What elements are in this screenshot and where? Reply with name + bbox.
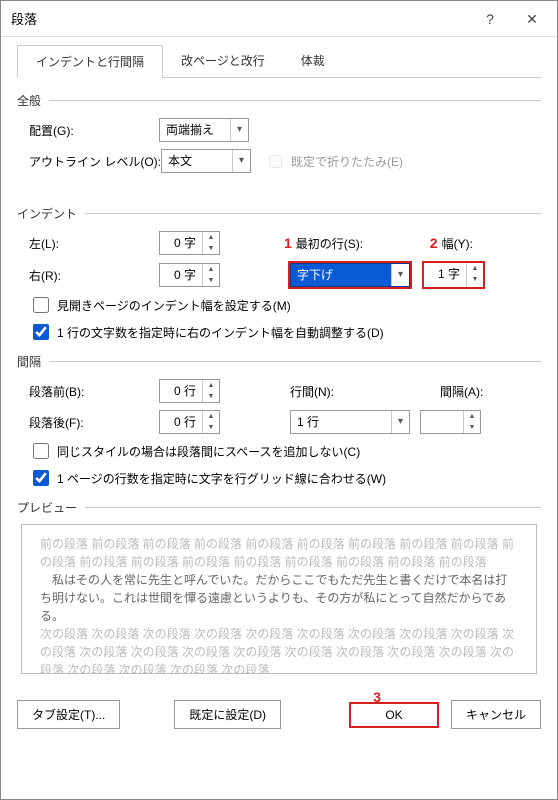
spacing-at-spinner[interactable]: ▲▼ — [420, 410, 481, 434]
chevron-down-icon: ▾ — [391, 411, 409, 433]
collapse-label: 既定で折りたたみ(E) — [291, 153, 403, 170]
indent-left-label: 左(L): — [29, 235, 159, 252]
space-before-label: 段落前(B): — [29, 383, 159, 400]
width-label: 幅(Y): — [442, 235, 473, 252]
alignment-select[interactable]: 両端揃え▾ — [159, 118, 249, 142]
snap-grid-label: 1 ページの行数を指定時に文字を行グリッド線に合わせる(W) — [57, 470, 386, 487]
no-space-label: 同じスタイルの場合は段落間にスペースを追加しない(C) — [57, 443, 360, 460]
tab-indent-spacing[interactable]: インデントと行間隔 — [17, 45, 163, 78]
dialog-title: 段落 — [11, 9, 469, 28]
indent-right-label: 右(R): — [29, 267, 159, 284]
section-general: 全般 — [17, 92, 41, 109]
outline-select[interactable]: 本文▾ — [161, 149, 251, 173]
chevron-down-icon: ▾ — [230, 119, 248, 141]
snap-grid-checkbox[interactable] — [33, 470, 49, 486]
section-indent: インデント — [17, 205, 77, 222]
mirror-indent-checkbox[interactable] — [33, 297, 49, 313]
mirror-indent-label: 見開きページのインデント幅を設定する(M) — [57, 297, 291, 314]
space-after-spinner[interactable]: 0 行▲▼ — [159, 410, 220, 434]
firstline-label: 最初の行(S): — [296, 235, 406, 252]
auto-indent-label: 1 行の文字数を指定時に右のインデント幅を自動調整する(D) — [57, 324, 384, 341]
indent-left-spinner[interactable]: 0 字▲▼ — [159, 231, 220, 255]
help-button[interactable]: ? — [469, 5, 511, 33]
set-default-button[interactable]: 既定に設定(D) — [174, 700, 281, 729]
space-before-spinner[interactable]: 0 行▲▼ — [159, 379, 220, 403]
tab-asian[interactable]: 体裁 — [283, 45, 343, 77]
auto-indent-checkbox[interactable] — [33, 324, 49, 340]
collapse-checkbox[interactable] — [269, 155, 282, 168]
space-after-label: 段落後(F): — [29, 414, 159, 431]
ok-button[interactable]: OK — [349, 702, 439, 728]
close-button[interactable]: ✕ — [511, 5, 553, 33]
firstline-select[interactable]: 字下げ▾ — [290, 263, 410, 287]
width-spinner[interactable]: 1 字▲▼ — [424, 263, 483, 287]
chevron-down-icon: ▾ — [232, 150, 250, 172]
chevron-down-icon: ▾ — [391, 264, 409, 286]
spacing-at-label: 間隔(A): — [440, 383, 483, 400]
tabs-button[interactable]: タブ設定(T)... — [17, 700, 120, 729]
indent-right-spinner[interactable]: 0 字▲▼ — [159, 263, 220, 287]
annotation-3: 3 — [373, 689, 381, 705]
cancel-button[interactable]: キャンセル — [451, 700, 541, 729]
alignment-label: 配置(G): — [29, 122, 159, 139]
outline-label: アウトライン レベル(O): — [29, 153, 161, 170]
section-spacing: 間隔 — [17, 353, 41, 370]
no-space-checkbox[interactable] — [33, 443, 49, 459]
annotation-2: 2 — [430, 235, 438, 251]
preview-pane: 前の段落 前の段落 前の段落 前の段落 前の段落 前の段落 前の段落 前の段落 … — [21, 524, 537, 674]
section-preview: プレビュー — [17, 499, 77, 516]
line-spacing-select[interactable]: 1 行▾ — [290, 410, 410, 434]
annotation-1: 1 — [284, 235, 292, 251]
tab-page-break[interactable]: 改ページと改行 — [163, 45, 283, 77]
line-spacing-label: 行間(N): — [290, 383, 400, 400]
tab-strip: インデントと行間隔 改ページと改行 体裁 — [17, 45, 541, 78]
